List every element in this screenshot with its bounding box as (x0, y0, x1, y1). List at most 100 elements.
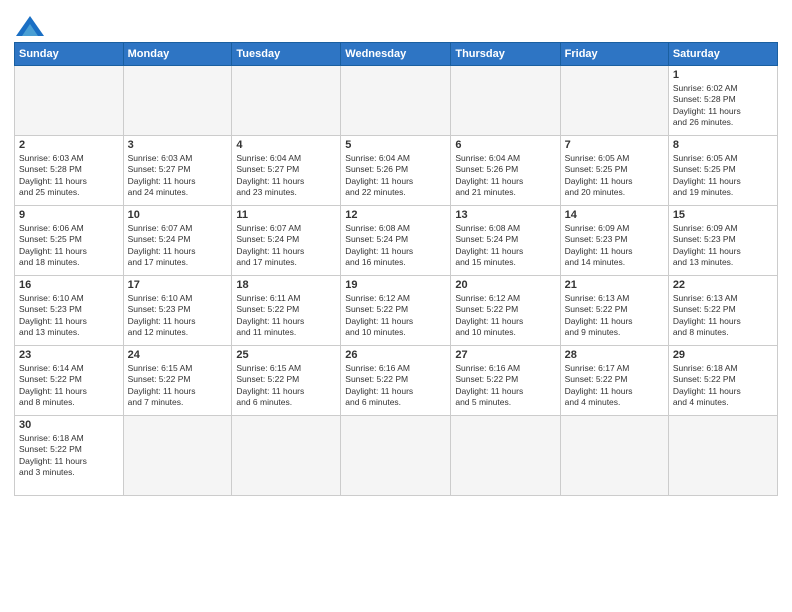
day-number: 9 (19, 209, 119, 221)
day-info: Sunrise: 6:06 AM Sunset: 5:25 PM Dayligh… (19, 223, 119, 269)
calendar-day: 27 Sunrise: 6:16 AM Sunset: 5:22 PM Dayli… (451, 346, 560, 416)
day-info: Sunrise: 6:12 AM Sunset: 5:22 PM Dayligh… (345, 293, 446, 339)
calendar-day: 19 Sunrise: 6:12 AM Sunset: 5:22 PM Dayli… (341, 276, 451, 346)
calendar-day: 28 Sunrise: 6:17 AM Sunset: 5:22 PM Dayli… (560, 346, 668, 416)
day-number: 13 (455, 209, 555, 221)
day-info: Sunrise: 6:05 AM Sunset: 5:25 PM Dayligh… (565, 153, 664, 199)
calendar-day: 9 Sunrise: 6:06 AM Sunset: 5:25 PM Daylig… (15, 206, 124, 276)
day-info: Sunrise: 6:08 AM Sunset: 5:24 PM Dayligh… (455, 223, 555, 269)
day-number: 24 (128, 349, 228, 361)
calendar-day: 6Sunrise: 6:04 AM Sunset: 5:26 PM Daylig… (451, 136, 560, 206)
calendar-day (123, 416, 232, 496)
weekday-header-monday: Monday (123, 43, 232, 66)
calendar-day (451, 416, 560, 496)
day-info: Sunrise: 6:10 AM Sunset: 5:23 PM Dayligh… (128, 293, 228, 339)
day-number: 8 (673, 139, 773, 151)
calendar-day (560, 66, 668, 136)
page: SundayMondayTuesdayWednesdayThursdayFrid… (0, 0, 792, 612)
calendar-day (341, 416, 451, 496)
weekday-header-tuesday: Tuesday (232, 43, 341, 66)
weekday-header-thursday: Thursday (451, 43, 560, 66)
calendar-day: 10Sunrise: 6:07 AM Sunset: 5:24 PM Dayli… (123, 206, 232, 276)
calendar-week-5: 30Sunrise: 6:18 AM Sunset: 5:22 PM Dayli… (15, 416, 778, 496)
calendar-day: 2Sunrise: 6:03 AM Sunset: 5:28 PM Daylig… (15, 136, 124, 206)
calendar-day: 24 Sunrise: 6:15 AM Sunset: 5:22 PM Dayli… (123, 346, 232, 416)
day-number: 11 (236, 209, 336, 221)
day-info: Sunrise: 6:09 AM Sunset: 5:23 PM Dayligh… (673, 223, 773, 269)
day-number: 16 (19, 279, 119, 291)
day-number: 5 (345, 139, 446, 151)
day-number: 2 (19, 139, 119, 151)
logo-icon (16, 16, 44, 36)
calendar-day: 1 Sunrise: 6:02 AM Sunset: 5:28 PM Daylig… (668, 66, 777, 136)
day-info: Sunrise: 6:13 AM Sunset: 5:22 PM Dayligh… (565, 293, 664, 339)
calendar-week-3: 16 Sunrise: 6:10 AM Sunset: 5:23 PM Dayli… (15, 276, 778, 346)
day-info: Sunrise: 6:02 AM Sunset: 5:28 PM Dayligh… (673, 83, 773, 129)
calendar-day: 16 Sunrise: 6:10 AM Sunset: 5:23 PM Dayli… (15, 276, 124, 346)
day-number: 23 (19, 349, 119, 361)
day-info: Sunrise: 6:10 AM Sunset: 5:23 PM Dayligh… (19, 293, 119, 339)
day-number: 27 (455, 349, 555, 361)
day-info: Sunrise: 6:03 AM Sunset: 5:27 PM Dayligh… (128, 153, 228, 199)
day-number: 4 (236, 139, 336, 151)
day-number: 3 (128, 139, 228, 151)
day-number: 22 (673, 279, 773, 291)
day-info: Sunrise: 6:13 AM Sunset: 5:22 PM Dayligh… (673, 293, 773, 339)
day-info: Sunrise: 6:14 AM Sunset: 5:22 PM Dayligh… (19, 363, 119, 409)
calendar-day (15, 66, 124, 136)
calendar-day (232, 66, 341, 136)
calendar-day (668, 416, 777, 496)
day-info: Sunrise: 6:16 AM Sunset: 5:22 PM Dayligh… (455, 363, 555, 409)
calendar-day: 8 Sunrise: 6:05 AM Sunset: 5:25 PM Daylig… (668, 136, 777, 206)
day-number: 18 (236, 279, 336, 291)
day-number: 17 (128, 279, 228, 291)
day-number: 29 (673, 349, 773, 361)
weekday-header-saturday: Saturday (668, 43, 777, 66)
day-info: Sunrise: 6:11 AM Sunset: 5:22 PM Dayligh… (236, 293, 336, 339)
calendar-day: 29 Sunrise: 6:18 AM Sunset: 5:22 PM Dayli… (668, 346, 777, 416)
day-info: Sunrise: 6:05 AM Sunset: 5:25 PM Dayligh… (673, 153, 773, 199)
calendar-day: 30Sunrise: 6:18 AM Sunset: 5:22 PM Dayli… (15, 416, 124, 496)
day-number: 19 (345, 279, 446, 291)
calendar-day (560, 416, 668, 496)
day-number: 12 (345, 209, 446, 221)
calendar-day: 14 Sunrise: 6:09 AM Sunset: 5:23 PM Dayli… (560, 206, 668, 276)
calendar-day: 18 Sunrise: 6:11 AM Sunset: 5:22 PM Dayli… (232, 276, 341, 346)
day-info: Sunrise: 6:12 AM Sunset: 5:22 PM Dayligh… (455, 293, 555, 339)
day-info: Sunrise: 6:09 AM Sunset: 5:23 PM Dayligh… (565, 223, 664, 269)
day-number: 28 (565, 349, 664, 361)
day-info: Sunrise: 6:07 AM Sunset: 5:24 PM Dayligh… (128, 223, 228, 269)
calendar-day: 26 Sunrise: 6:16 AM Sunset: 5:22 PM Dayli… (341, 346, 451, 416)
day-number: 25 (236, 349, 336, 361)
day-info: Sunrise: 6:17 AM Sunset: 5:22 PM Dayligh… (565, 363, 664, 409)
day-number: 15 (673, 209, 773, 221)
calendar-week-1: 2Sunrise: 6:03 AM Sunset: 5:28 PM Daylig… (15, 136, 778, 206)
calendar-week-4: 23 Sunrise: 6:14 AM Sunset: 5:22 PM Dayli… (15, 346, 778, 416)
calendar-day: 20Sunrise: 6:12 AM Sunset: 5:22 PM Dayli… (451, 276, 560, 346)
day-info: Sunrise: 6:04 AM Sunset: 5:26 PM Dayligh… (345, 153, 446, 199)
calendar: SundayMondayTuesdayWednesdayThursdayFrid… (14, 42, 778, 496)
logo (14, 10, 44, 36)
calendar-day: 4Sunrise: 6:04 AM Sunset: 5:27 PM Daylig… (232, 136, 341, 206)
day-info: Sunrise: 6:18 AM Sunset: 5:22 PM Dayligh… (673, 363, 773, 409)
header (14, 10, 778, 36)
day-info: Sunrise: 6:07 AM Sunset: 5:24 PM Dayligh… (236, 223, 336, 269)
day-number: 1 (673, 69, 773, 81)
calendar-day: 5 Sunrise: 6:04 AM Sunset: 5:26 PM Daylig… (341, 136, 451, 206)
calendar-day: 25Sunrise: 6:15 AM Sunset: 5:22 PM Dayli… (232, 346, 341, 416)
calendar-day (341, 66, 451, 136)
calendar-day: 15 Sunrise: 6:09 AM Sunset: 5:23 PM Dayli… (668, 206, 777, 276)
day-number: 14 (565, 209, 664, 221)
calendar-day: 7 Sunrise: 6:05 AM Sunset: 5:25 PM Daylig… (560, 136, 668, 206)
calendar-day: 3 Sunrise: 6:03 AM Sunset: 5:27 PM Daylig… (123, 136, 232, 206)
weekday-header-sunday: Sunday (15, 43, 124, 66)
calendar-day: 13 Sunrise: 6:08 AM Sunset: 5:24 PM Dayli… (451, 206, 560, 276)
calendar-header-row: SundayMondayTuesdayWednesdayThursdayFrid… (15, 43, 778, 66)
calendar-week-0: 1 Sunrise: 6:02 AM Sunset: 5:28 PM Daylig… (15, 66, 778, 136)
day-number: 26 (345, 349, 446, 361)
day-info: Sunrise: 6:16 AM Sunset: 5:22 PM Dayligh… (345, 363, 446, 409)
day-number: 6 (455, 139, 555, 151)
day-number: 7 (565, 139, 664, 151)
day-info: Sunrise: 6:15 AM Sunset: 5:22 PM Dayligh… (128, 363, 228, 409)
calendar-day (232, 416, 341, 496)
